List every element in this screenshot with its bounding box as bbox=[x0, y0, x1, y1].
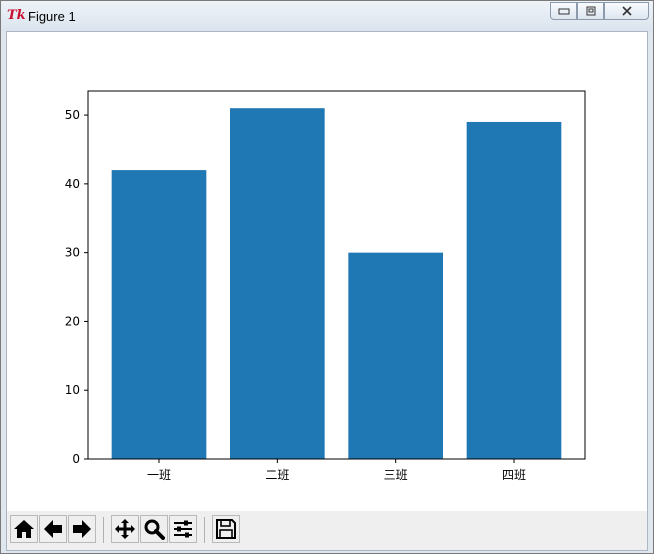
minimize-icon bbox=[558, 8, 569, 15]
y-tick-label: 0 bbox=[72, 452, 80, 466]
y-tick-label: 40 bbox=[65, 177, 80, 191]
title-bar[interactable]: Tk Figure 1 bbox=[1, 1, 653, 31]
navigation-toolbar bbox=[7, 511, 647, 550]
bar-2 bbox=[348, 252, 443, 459]
home-button[interactable] bbox=[10, 515, 38, 543]
bar-0 bbox=[111, 170, 207, 460]
home-icon bbox=[14, 520, 34, 538]
pan-button[interactable] bbox=[111, 515, 139, 543]
restore-icon bbox=[586, 6, 595, 16]
bar-3 bbox=[466, 121, 562, 459]
pan-icon bbox=[115, 519, 135, 539]
save-button[interactable] bbox=[212, 515, 240, 543]
configure-subplots-icon bbox=[174, 520, 192, 538]
bar-1 bbox=[230, 108, 325, 459]
y-tick-label: 30 bbox=[65, 246, 80, 260]
back-arrow-icon bbox=[44, 520, 62, 538]
tk-feather-icon: Tk bbox=[7, 8, 26, 23]
y-tick-label: 50 bbox=[65, 108, 80, 122]
y-tick-label: 10 bbox=[65, 383, 80, 397]
figure-canvas-area: 0 10 20 30 40 50 一班 二班 三班 四班 bbox=[6, 31, 648, 551]
zoom-button[interactable] bbox=[140, 515, 168, 543]
back-button[interactable] bbox=[39, 515, 67, 543]
x-tick-label: 二班 bbox=[265, 468, 289, 482]
configure-subplots-button[interactable] bbox=[169, 515, 197, 543]
window-controls bbox=[550, 2, 649, 20]
y-tick-label: 20 bbox=[65, 314, 80, 328]
figure-window: Tk Figure 1 0 10 20 30 40 50 一班 二班 三班 四班 bbox=[0, 0, 654, 554]
x-tick-label: 一班 bbox=[147, 468, 171, 482]
bar-chart: 0 10 20 30 40 50 一班 二班 三班 四班 bbox=[65, 90, 586, 482]
window-title: Figure 1 bbox=[28, 9, 76, 24]
x-tick-label: 四班 bbox=[502, 468, 526, 482]
forward-arrow-icon bbox=[73, 520, 91, 538]
x-tick-label: 三班 bbox=[384, 468, 408, 482]
zoom-icon bbox=[144, 519, 165, 540]
save-icon bbox=[216, 519, 236, 539]
close-button[interactable] bbox=[604, 2, 649, 20]
maximize-button[interactable] bbox=[577, 2, 604, 20]
toolbar-separator bbox=[204, 517, 205, 543]
close-icon bbox=[621, 6, 632, 16]
toolbar-separator bbox=[103, 517, 104, 543]
minimize-button[interactable] bbox=[550, 2, 577, 20]
forward-button[interactable] bbox=[68, 515, 96, 543]
